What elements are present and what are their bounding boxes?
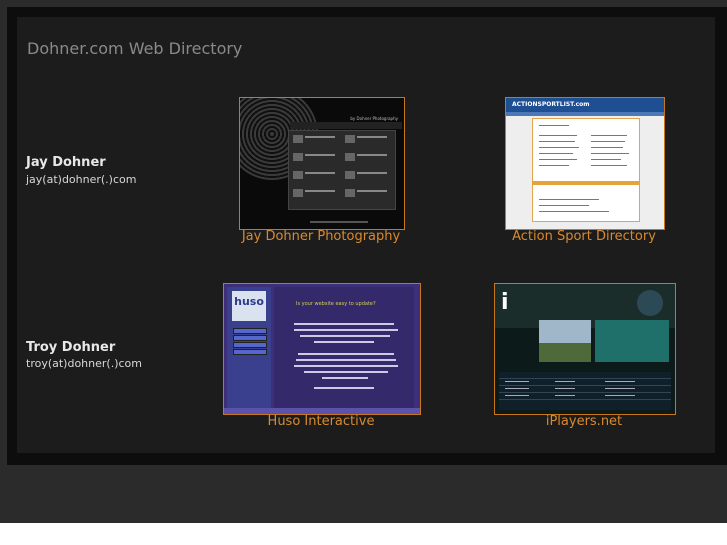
thumb-text-line <box>591 135 627 136</box>
gallery-image <box>293 171 303 179</box>
site-link-jay-dohner-photography[interactable]: Jay Dohner Photography <box>239 229 403 244</box>
thumb-text-line <box>539 205 589 206</box>
gallery-image <box>293 153 303 161</box>
thumb-text-line <box>539 135 577 136</box>
site-thumbnail-iplayers[interactable]: i <box>494 283 676 415</box>
gallery-image <box>293 189 303 197</box>
thumb-text-line <box>539 125 569 126</box>
thumb-nav-button <box>233 328 267 334</box>
thumb-text-line <box>294 323 394 325</box>
thumb-table-text <box>555 395 575 396</box>
thumb-table-row <box>499 378 671 379</box>
thumb-header-text: by Dohner Photography <box>350 116 398 121</box>
thumb-table-text <box>505 395 529 396</box>
thumb-nav-button <box>233 349 267 355</box>
thumb-table-row <box>499 392 671 393</box>
site-link-huso-interactive[interactable]: Huso Interactive <box>223 414 419 429</box>
thumb-text-line <box>539 141 575 142</box>
thumb-text-line <box>539 165 569 166</box>
thumb-text-line <box>322 377 368 379</box>
thumb-table-row <box>499 399 671 400</box>
site-thumbnail-jay-dohner-photography[interactable]: by Dohner Photography <box>239 97 405 230</box>
thumb-feature-panel <box>595 320 669 362</box>
thumb-table-text <box>605 388 635 389</box>
thumb-headline: Is your website easy to update? <box>296 301 376 307</box>
thumb-text-line <box>298 353 394 355</box>
thumb-text-line <box>539 147 579 148</box>
gallery-image <box>345 189 355 197</box>
page-title: Dohner.com Web Directory <box>27 39 243 58</box>
gallery-text <box>305 154 335 156</box>
thumb-nav-button <box>233 342 267 348</box>
thumb-text-line <box>294 329 398 331</box>
thumb-text-line <box>539 153 573 154</box>
thumb-text-line <box>300 335 390 337</box>
thumb-table-text <box>605 381 635 382</box>
thumb-gallery-box <box>288 130 396 210</box>
gallery-image <box>345 171 355 179</box>
thumb-text-line <box>539 199 599 200</box>
thumb-text-line <box>296 359 396 361</box>
gallery-text <box>305 172 335 174</box>
person-name-jay: Jay Dohner <box>26 155 106 170</box>
gallery-text <box>357 190 387 192</box>
thumb-table-row <box>499 385 671 386</box>
gallery-text <box>357 136 387 138</box>
thumb-text-line <box>591 165 627 166</box>
thumb-nav-bar <box>506 112 664 116</box>
gallery-text <box>305 136 335 138</box>
iplayers-logo: i <box>501 290 509 315</box>
person-email-troy: troy(at)dohner(.)com <box>26 357 142 370</box>
thumb-footer <box>310 221 368 223</box>
thumb-table-text <box>555 388 575 389</box>
person-email-jay: jay(at)dohner(.)com <box>26 173 137 186</box>
thumb-table-text <box>505 388 529 389</box>
gallery-text <box>305 190 335 192</box>
thumb-table-text <box>555 381 575 382</box>
thumb-text-line <box>591 147 623 148</box>
person-name-troy: Troy Dohner <box>26 340 116 355</box>
thumb-text-line <box>591 153 629 154</box>
thumb-text-line <box>304 371 388 373</box>
gallery-image <box>345 135 355 143</box>
site-link-iplayers[interactable]: iPlayers.net <box>494 414 674 429</box>
thumb-badge-graphic <box>637 290 663 316</box>
thumb-text-line <box>294 365 398 367</box>
site-link-action-sport-directory[interactable]: Action Sport Directory <box>505 229 663 244</box>
thumb-text-line <box>591 159 621 160</box>
gallery-text <box>357 154 387 156</box>
gallery-image <box>345 153 355 161</box>
thumb-text-line <box>314 341 374 343</box>
gallery-text <box>357 172 387 174</box>
thumb-logo: ACTIONSPORTLIST.com <box>512 101 590 108</box>
thumb-table-text <box>505 381 529 382</box>
thumb-text-line <box>539 159 577 160</box>
gallery-image <box>293 135 303 143</box>
thumb-text-line <box>591 141 625 142</box>
thumb-text-line <box>314 387 374 389</box>
site-thumbnail-huso-interactive[interactable]: huso Is your website easy to update? <box>223 283 421 415</box>
thumb-text-line <box>539 211 609 212</box>
thumb-content-box <box>532 118 640 222</box>
thumb-section-header <box>532 181 640 185</box>
huso-logo: huso <box>232 291 266 321</box>
thumb-header-bar <box>290 122 402 129</box>
thumb-photo <box>539 320 591 362</box>
site-thumbnail-action-sport-directory[interactable]: ACTIONSPORTLIST.com <box>505 97 665 230</box>
thumb-table-text <box>605 395 635 396</box>
thumb-nav-button <box>233 335 267 341</box>
